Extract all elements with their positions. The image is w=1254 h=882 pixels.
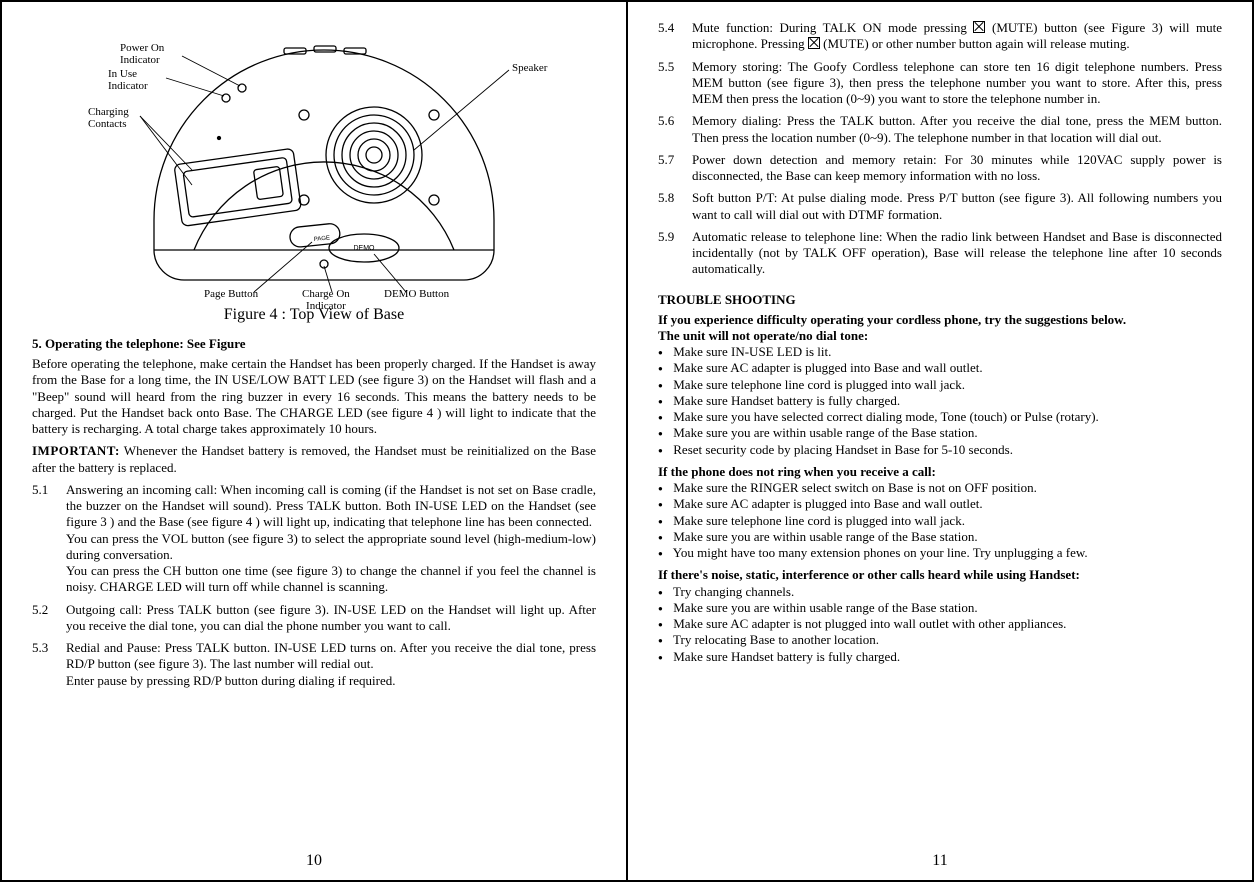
numbered-item: 5.1Answering an incoming call: When inco… [32, 482, 596, 596]
bullet-item: Make sure telephone line cord is plugged… [658, 377, 1222, 393]
item-body: Soft button P/T: At pulse dialing mode. … [692, 190, 1222, 223]
bullet-item: Make sure telephone line cord is plugged… [658, 513, 1222, 529]
label-power-on: Power OnIndicator [120, 42, 164, 66]
trouble-intro: If you experience difficulty operating y… [658, 312, 1222, 328]
block2-title: If the phone does not ring when you rece… [658, 464, 1222, 480]
item-body: Outgoing call: Press TALK button (see fi… [66, 602, 596, 635]
page-button-text: PAGE [314, 235, 331, 243]
block1-list: Make sure IN-USE LED is lit. Make sure A… [658, 344, 1222, 458]
bullet-item: Try relocating Base to another location. [658, 632, 1222, 648]
bullet-item: Make sure you are within usable range of… [658, 600, 1222, 616]
bullet-item: Make sure AC adapter is not plugged into… [658, 616, 1222, 632]
bullet-item: Reset security code by placing Handset i… [658, 442, 1222, 458]
numbered-item: 5.8Soft button P/T: At pulse dialing mod… [658, 190, 1222, 223]
trouble-shooting-title: TROUBLE SHOOTING [658, 292, 1222, 308]
item-number: 5.5 [658, 59, 692, 108]
label-charge-on: Charge OnIndicator [302, 288, 350, 312]
item-body: Automatic release to telephone line: Whe… [692, 229, 1222, 278]
item-body: Power down detection and memory retain: … [692, 152, 1222, 185]
page-left: PAGE DEMO Power OnIndicator In UseIndica… [2, 2, 626, 880]
item-body: Mute function: During TALK ON mode press… [692, 20, 1222, 53]
bullet-item: Make sure you have selected correct dial… [658, 409, 1222, 425]
item-number: 5.6 [658, 113, 692, 146]
numbered-item: 5.7Power down detection and memory retai… [658, 152, 1222, 185]
bullet-item: Make sure Handset battery is fully charg… [658, 649, 1222, 665]
mute-icon [808, 37, 820, 49]
important-label: IMPORTANT: [32, 443, 120, 458]
bullet-item: You might have too many extension phones… [658, 545, 1222, 561]
bullet-item: Make sure AC adapter is plugged into Bas… [658, 496, 1222, 512]
item-body: Memory dialing: Press the TALK button. A… [692, 113, 1222, 146]
label-demo-btn: DEMO Button [384, 288, 449, 300]
label-page-btn: Page Button [204, 288, 258, 300]
label-charging: ChargingContacts [88, 106, 129, 130]
block2-list: Make sure the RINGER select switch on Ba… [658, 480, 1222, 561]
item-number: 5.3 [32, 640, 66, 689]
two-page-spread: PAGE DEMO Power OnIndicator In UseIndica… [0, 0, 1254, 882]
section-5-title: 5. Operating the telephone: See Figure [32, 336, 596, 352]
numbered-item: 5.5Memory storing: The Goofy Cordless te… [658, 59, 1222, 108]
item-body: Answering an incoming call: When incomin… [66, 482, 596, 596]
page-number-right: 11 [658, 844, 1222, 870]
item-number: 5.2 [32, 602, 66, 635]
page-number-left: 10 [32, 844, 596, 870]
page-right: 5.4Mute function: During TALK ON mode pr… [628, 2, 1252, 880]
bullet-item: Make sure the RINGER select switch on Ba… [658, 480, 1222, 496]
block3-title: If there's noise, static, interference o… [658, 567, 1222, 583]
bullet-item: Make sure you are within usable range of… [658, 425, 1222, 441]
mute-icon [973, 21, 985, 33]
numbered-item: 5.3Redial and Pause: Press TALK button. … [32, 640, 596, 689]
bullet-item: Make sure you are within usable range of… [658, 529, 1222, 545]
block3-list: Try changing channels. Make sure you are… [658, 584, 1222, 665]
bullet-item: Make sure AC adapter is plugged into Bas… [658, 360, 1222, 376]
bullet-item: Try changing channels. [658, 584, 1222, 600]
intro-paragraph: Before operating the telephone, make cer… [32, 356, 596, 437]
numbered-item: 5.9Automatic release to telephone line: … [658, 229, 1222, 278]
label-in-use: In UseIndicator [108, 68, 148, 92]
figure-4-diagram: PAGE DEMO Power OnIndicator In UseIndica… [54, 20, 574, 300]
item-number: 5.9 [658, 229, 692, 278]
label-speaker: Speaker [512, 62, 547, 74]
numbered-item: 5.4Mute function: During TALK ON mode pr… [658, 20, 1222, 53]
demo-button-text: DEMO [354, 245, 376, 252]
item-number: 5.8 [658, 190, 692, 223]
item-body: Redial and Pause: Press TALK button. IN-… [66, 640, 596, 689]
bullet-item: Make sure IN-USE LED is lit. [658, 344, 1222, 360]
item-body: Memory storing: The Goofy Cordless telep… [692, 59, 1222, 108]
numbered-item: 5.6Memory dialing: Press the TALK button… [658, 113, 1222, 146]
bullet-item: Make sure Handset battery is fully charg… [658, 393, 1222, 409]
numbered-item: 5.2Outgoing call: Press TALK button (see… [32, 602, 596, 635]
item-number: 5.4 [658, 20, 692, 53]
important-note: IMPORTANT: Whenever the Handset battery … [32, 443, 596, 476]
item-number: 5.1 [32, 482, 66, 596]
item-number: 5.7 [658, 152, 692, 185]
block1-title: The unit will not operate/no dial tone: [658, 328, 1222, 344]
